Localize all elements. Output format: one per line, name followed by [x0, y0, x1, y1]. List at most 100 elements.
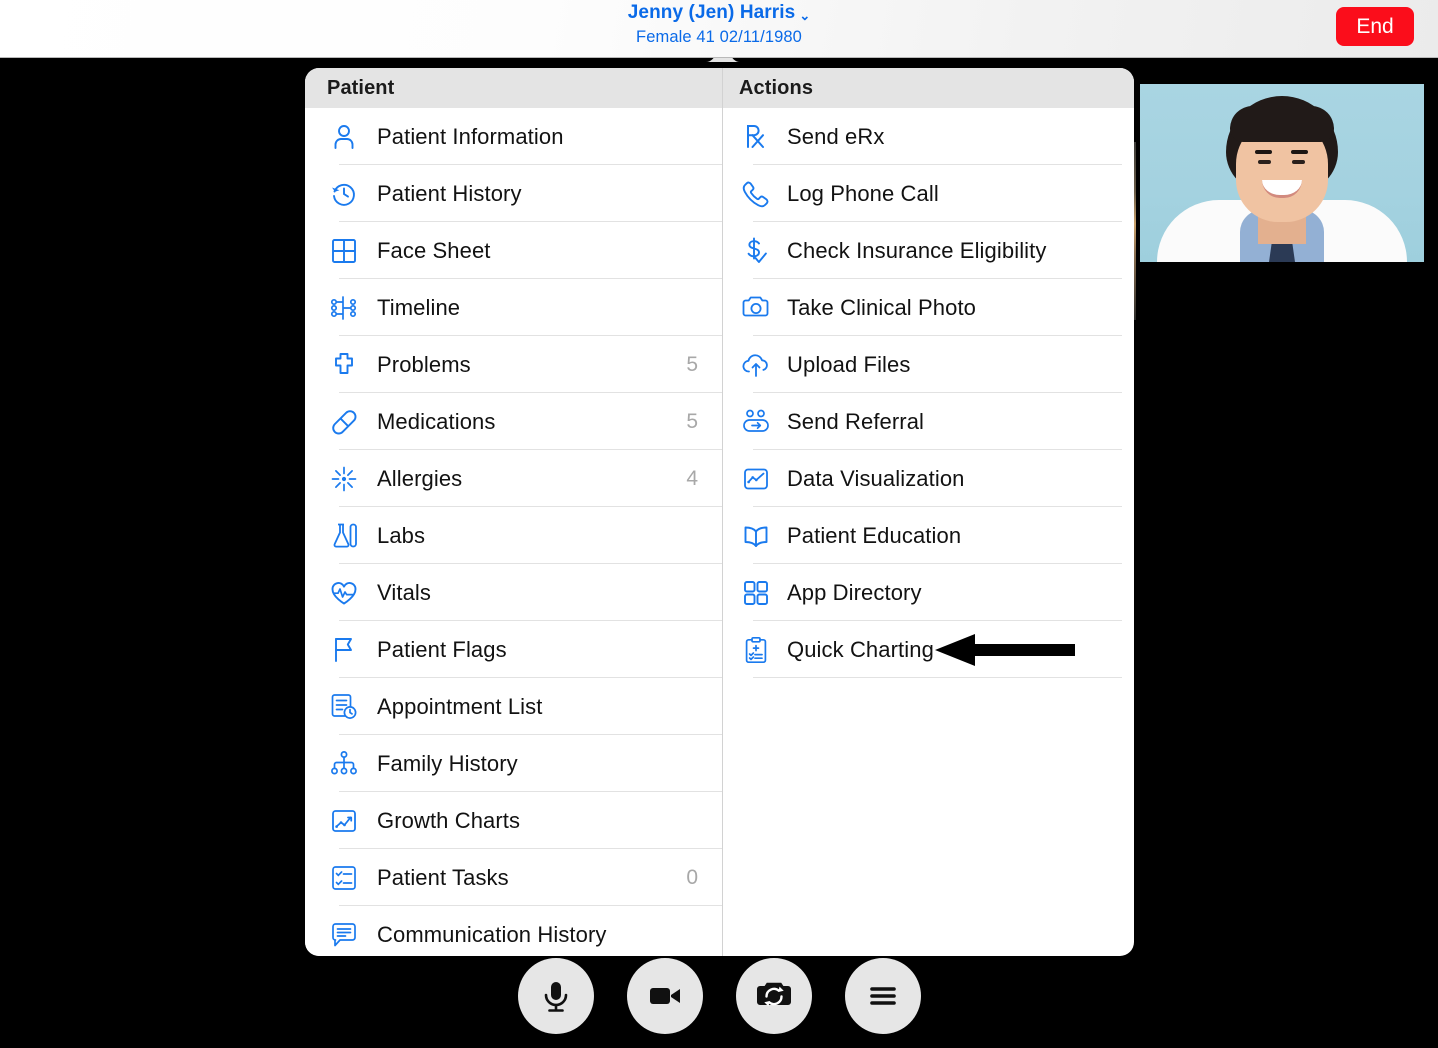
menu-item-label: Check Insurance Eligibility — [787, 237, 1047, 263]
menu-item-label: Quick Charting — [787, 636, 934, 662]
menu-item-check-insurance-eligibility[interactable]: Check Insurance Eligibility — [723, 222, 1134, 279]
patient-section-title: Patient — [327, 76, 395, 99]
heart-pulse-icon — [327, 576, 361, 610]
grid-four-icon — [327, 234, 361, 268]
menu-item-patient-information[interactable]: Patient Information — [305, 108, 722, 165]
camera-flip-icon — [756, 982, 791, 1007]
dollar-check-icon — [739, 234, 773, 268]
allergy-burst-icon — [327, 462, 361, 496]
menu-item-label: Appointment List — [377, 693, 543, 719]
menu-item-log-phone-call[interactable]: Log Phone Call — [723, 165, 1134, 222]
menu-item-label: Timeline — [377, 294, 461, 320]
patient-actions-popover: Patient Patient Information Patient Hist… — [305, 68, 1134, 956]
menu-item-labs[interactable]: Labs — [305, 507, 722, 564]
menu-item-appointment-list[interactable]: Appointment List — [305, 678, 722, 735]
menu-item-label: Send eRx — [787, 123, 885, 149]
menu-item-allergies[interactable]: Allergies 4 — [305, 450, 722, 507]
menu-item-count: 5 — [686, 409, 698, 433]
patient-section-header: Patient — [305, 68, 722, 108]
menu-item-patient-history[interactable]: Patient History — [305, 165, 722, 222]
menu-item-send-erx[interactable]: Send eRx — [723, 108, 1134, 165]
camera-button[interactable] — [626, 958, 703, 1034]
person-icon — [327, 120, 361, 154]
menu-item-label: Patient Information — [377, 123, 564, 149]
patient-menu-list: Patient Information Patient History Face… — [305, 108, 722, 956]
microphone-button[interactable] — [517, 958, 594, 1034]
phone-icon — [739, 177, 773, 211]
menu-item-label: Labs — [377, 522, 426, 548]
menu-item-growth-charts[interactable]: Growth Charts — [305, 792, 722, 849]
menu-item-label: Problems — [377, 351, 471, 377]
timeline-icon — [327, 291, 361, 325]
menu-item-label: Communication History — [377, 921, 607, 947]
open-book-icon — [739, 519, 773, 553]
menu-item-label: Patient Tasks — [377, 864, 509, 890]
menu-item-label: Patient History — [377, 180, 522, 206]
menu-item-label: Vitals — [377, 579, 431, 605]
more-options-button[interactable] — [844, 958, 921, 1034]
patient-title-block[interactable]: Jenny (Jen) Harris ⌄ Female 41 02/11/1980 — [0, 3, 1438, 46]
menu-item-problems[interactable]: Problems 5 — [305, 336, 722, 393]
menu-item-label: Face Sheet — [377, 237, 491, 263]
menu-item-data-visualization[interactable]: Data Visualization — [723, 450, 1134, 507]
menu-item-label: Take Clinical Photo — [787, 294, 976, 320]
page-title[interactable]: Jenny (Jen) Harris — [628, 3, 796, 22]
menu-item-label: Medications — [377, 408, 496, 434]
pill-capsule-icon — [327, 405, 361, 439]
menu-item-communication-history[interactable]: Communication History — [305, 906, 722, 956]
menu-item-take-clinical-photo[interactable]: Take Clinical Photo — [723, 279, 1134, 336]
menu-item-label: Upload Files — [787, 351, 911, 377]
menu-item-face-sheet[interactable]: Face Sheet — [305, 222, 722, 279]
cloud-upload-icon — [739, 348, 773, 382]
flag-icon — [327, 633, 361, 667]
menu-item-patient-flags[interactable]: Patient Flags — [305, 621, 722, 678]
family-tree-icon — [327, 747, 361, 781]
list-clock-icon — [327, 690, 361, 724]
menu-item-app-directory[interactable]: App Directory — [723, 564, 1134, 621]
actions-section-title: Actions — [739, 76, 814, 99]
menu-item-label: Allergies — [377, 465, 463, 491]
menu-item-medications[interactable]: Medications 5 — [305, 393, 722, 450]
menu-item-family-history[interactable]: Family History — [305, 735, 722, 792]
menu-item-send-referral[interactable]: Send Referral — [723, 393, 1134, 450]
clock-rewind-icon — [327, 177, 361, 211]
checklist-icon — [327, 861, 361, 895]
video-camera-icon — [649, 988, 680, 1004]
patient-demographics: Female 41 02/11/1980 — [636, 28, 802, 46]
call-controls-bar — [0, 958, 1438, 1034]
chevron-down-icon[interactable]: ⌄ — [799, 9, 810, 22]
menu-item-label: Data Visualization — [787, 465, 965, 491]
self-view-thumbnail[interactable] — [1140, 84, 1424, 262]
flip-camera-button[interactable] — [735, 958, 812, 1034]
self-view-eyebrow-right — [1291, 150, 1308, 154]
send-referral-icon — [739, 405, 773, 439]
menu-item-timeline[interactable]: Timeline — [305, 279, 722, 336]
line-chart-icon — [739, 462, 773, 496]
comment-lines-icon — [327, 918, 361, 952]
menu-item-upload-files[interactable]: Upload Files — [723, 336, 1134, 393]
menu-item-count: 4 — [686, 466, 698, 490]
end-call-button[interactable]: End — [1336, 7, 1414, 46]
menu-item-vitals[interactable]: Vitals — [305, 564, 722, 621]
actions-section-header: Actions — [723, 68, 1134, 108]
menu-item-label: Log Phone Call — [787, 180, 939, 206]
menu-item-label: App Directory — [787, 579, 922, 605]
microphone-icon — [544, 982, 567, 1012]
rx-icon — [739, 120, 773, 154]
self-view-eye-left — [1258, 160, 1271, 164]
menu-item-patient-tasks[interactable]: Patient Tasks 0 — [305, 849, 722, 906]
growth-chart-icon — [327, 804, 361, 838]
menu-item-label: Family History — [377, 750, 518, 776]
self-view-fringe — [1230, 106, 1334, 142]
menu-item-label: Patient Flags — [377, 636, 507, 662]
lab-flask-icon — [327, 519, 361, 553]
menu-item-patient-education[interactable]: Patient Education — [723, 507, 1134, 564]
actions-menu-column: Actions Send eRx Log Phone Call Check In… — [723, 68, 1134, 956]
menu-item-label: Patient Education — [787, 522, 962, 548]
menu-item-quick-charting[interactable]: Quick Charting — [723, 621, 1134, 678]
hamburger-menu-icon — [869, 987, 896, 1005]
menu-item-label: Growth Charts — [377, 807, 521, 833]
medical-cross-icon — [327, 348, 361, 382]
menu-item-label: Send Referral — [787, 408, 925, 434]
actions-menu-list: Send eRx Log Phone Call Check Insurance … — [723, 108, 1134, 678]
